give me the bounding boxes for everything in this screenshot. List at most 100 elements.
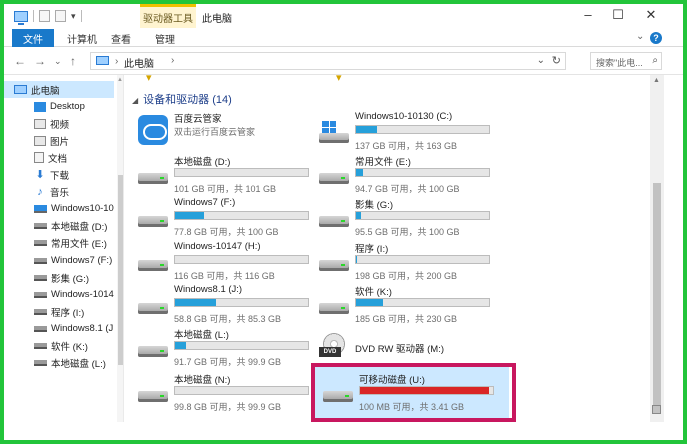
- maximize-icon[interactable]: ☐: [608, 7, 628, 23]
- content-pane: ▾ ▾ ◢ 设备和驱动器 (14) 百度云管家 双击运行百度云管家 Windows…: [124, 75, 650, 440]
- scroll-up-icon[interactable]: ▲: [653, 77, 660, 84]
- nav-item-videos[interactable]: 视频: [4, 115, 114, 132]
- nav-item-desktop[interactable]: Desktop: [4, 98, 114, 115]
- nav-item-drive-k[interactable]: 软件 (K:): [4, 337, 114, 354]
- search-input[interactable]: 搜索"此电... ⌕: [590, 52, 662, 70]
- tab-view[interactable]: 查看: [106, 30, 136, 46]
- baidu-cloud-item[interactable]: 百度云管家 双击运行百度云管家: [134, 111, 314, 155]
- nav-item-label: 本地磁盘 (D:): [51, 221, 108, 233]
- search-placeholder: 搜索"此电...: [596, 58, 643, 68]
- drive-name: 本地磁盘 (L:): [174, 330, 229, 341]
- close-icon[interactable]: ✕: [641, 7, 661, 23]
- view-toggle-icon[interactable]: [650, 400, 664, 422]
- dvd-drive-icon: DVD: [319, 333, 347, 361]
- drive-tile-h[interactable]: Windows-10147 (H:) 116 GB 可用，共 116 GB: [134, 241, 314, 285]
- nav-item-drive-e[interactable]: 常用文件 (E:): [4, 234, 114, 251]
- nav-item-label: 影集 (G:): [51, 273, 89, 285]
- nav-item-drive-j[interactable]: Windows8.1 (J:: [4, 320, 114, 337]
- drive-tile-l[interactable]: 本地磁盘 (L:) 91.7 GB 可用，共 99.9 GB: [134, 327, 314, 371]
- nav-item-drive-f[interactable]: Windows7 (F:): [4, 252, 114, 269]
- status-bar: [4, 422, 683, 440]
- tab-computer[interactable]: 计算机: [62, 30, 102, 46]
- drive-tools-context-tab[interactable]: 驱动器工具: [140, 4, 196, 28]
- drive-tile-d[interactable]: 本地磁盘 (D:) 101 GB 可用，共 101 GB: [134, 154, 314, 198]
- customize-toolbar-icon[interactable]: ▾: [71, 11, 76, 22]
- nav-item-drive-h[interactable]: Windows-1014: [4, 286, 114, 303]
- drive-usage-bar: [359, 386, 494, 395]
- windows-drive-icon: [319, 121, 349, 145]
- drive-tile-e[interactable]: 常用文件 (E:) 94.7 GB 可用，共 100 GB: [315, 154, 495, 198]
- drive-tile-c[interactable]: Windows10-10130 (C:) 137 GB 可用，共 163 GB: [315, 111, 495, 155]
- drive-icon: [34, 342, 47, 349]
- address-bar[interactable]: › 此电脑 › ⌄ ↻: [90, 52, 566, 70]
- hard-drive-icon: [138, 342, 168, 360]
- drive-tile-k[interactable]: 软件 (K:) 185 GB 可用，共 230 GB: [315, 284, 495, 328]
- nav-item-drive-c[interactable]: Windows10-10: [4, 200, 114, 217]
- pc-icon[interactable]: [14, 10, 28, 25]
- drive-name: Windows10-10130 (C:): [355, 111, 453, 122]
- tab-manage[interactable]: 管理: [150, 30, 180, 46]
- properties-icon[interactable]: [39, 10, 50, 22]
- drive-name: 常用文件 (E:): [355, 157, 411, 168]
- nav-item-drive-d[interactable]: 本地磁盘 (D:): [4, 217, 114, 234]
- hard-drive-icon: [319, 169, 349, 187]
- minimize-icon[interactable]: –: [578, 7, 598, 22]
- drive-tile-n[interactable]: 本地磁盘 (N:) 99.8 GB 可用，共 99.9 GB: [134, 372, 314, 416]
- nav-item-label: 软件 (K:): [51, 341, 88, 353]
- drive-free-space: 137 GB 可用，共 163 GB: [355, 141, 458, 151]
- hard-drive-icon: [138, 256, 168, 274]
- nav-item-this-pc[interactable]: 此电脑: [4, 81, 114, 98]
- nav-item-drive-g[interactable]: 影集 (G:): [4, 269, 114, 286]
- recent-locations-icon[interactable]: ⌄: [54, 56, 62, 67]
- nav-item-documents[interactable]: 文档: [4, 149, 114, 166]
- drive-tile-j[interactable]: Windows8.1 (J:) 58.8 GB 可用，共 85.3 GB: [134, 284, 314, 328]
- drive-tile-i[interactable]: 程序 (I:) 198 GB 可用，共 200 GB: [315, 241, 495, 285]
- nav-item-pictures[interactable]: 图片: [4, 132, 114, 149]
- drive-icon: [34, 308, 47, 315]
- drive-usage-bar: [355, 211, 490, 220]
- tab-file[interactable]: 文件: [12, 29, 54, 47]
- drive-tile-u-removable[interactable]: 可移动磁盘 (U:) 100 MB 可用，共 3.41 GB: [319, 372, 499, 416]
- group-header-devices[interactable]: ◢ 设备和驱动器 (14): [132, 91, 232, 107]
- nav-item-drive-i[interactable]: 程序 (I:): [4, 303, 114, 320]
- nav-item-label: Desktop: [50, 101, 85, 112]
- navigation-pane: 此电脑 Desktop 视频 图片 文档 ⬇ 下载 ♪ 音乐 Windows10…: [4, 75, 124, 440]
- collapse-icon[interactable]: ◢: [132, 96, 138, 105]
- new-folder-icon[interactable]: [55, 10, 66, 22]
- pc-icon: [96, 56, 109, 65]
- content-scrollbar[interactable]: ▲: [650, 75, 664, 422]
- expand-ribbon-icon[interactable]: ⌄: [636, 31, 644, 42]
- scroll-up-icon[interactable]: ▲: [117, 77, 123, 83]
- group-title: 设备和驱动器 (14): [143, 94, 232, 106]
- nav-item-downloads[interactable]: ⬇ 下载: [4, 166, 114, 183]
- breadcrumb-separator[interactable]: ›: [115, 56, 118, 67]
- content-scroll-thumb[interactable]: [653, 183, 661, 413]
- window-title: 此电脑: [202, 14, 232, 25]
- address-row: ← → ⌄ ↑ › 此电脑 › ⌄ ↻ 搜索"此电... ⌕: [4, 47, 683, 75]
- address-dropdown-icon[interactable]: ⌄: [537, 55, 545, 66]
- hard-drive-icon: [138, 169, 168, 187]
- nav-item-drive-l[interactable]: 本地磁盘 (L:): [4, 354, 114, 371]
- hard-drive-icon: [138, 299, 168, 317]
- up-icon[interactable]: ↑: [70, 54, 76, 68]
- forward-icon[interactable]: →: [34, 54, 46, 68]
- drive-icon: [34, 325, 47, 332]
- help-icon[interactable]: ?: [650, 32, 662, 44]
- breadcrumb-separator[interactable]: ›: [171, 55, 174, 66]
- drive-usage-bar: [174, 298, 309, 307]
- nav-item-label: 程序 (I:): [51, 307, 85, 319]
- back-icon[interactable]: ←: [14, 54, 26, 68]
- drive-usage-bar: [355, 255, 490, 264]
- hard-drive-icon: [319, 256, 349, 274]
- breadcrumb-this-pc[interactable]: 此电脑: [124, 55, 154, 70]
- nav-item-music[interactable]: ♪ 音乐: [4, 183, 114, 200]
- nav-scroll-thumb[interactable]: [118, 175, 123, 365]
- drive-tile-f[interactable]: Windows7 (F:) 77.8 GB 可用，共 100 GB: [134, 197, 314, 241]
- drive-usage-bar: [174, 341, 309, 350]
- toolbar-separator: [80, 10, 82, 22]
- nav-item-label: Windows8.1 (J:: [51, 323, 114, 334]
- search-icon[interactable]: ⌕: [652, 55, 658, 66]
- refresh-icon[interactable]: ↻: [552, 54, 561, 67]
- drive-tile-g[interactable]: 影集 (G:) 95.5 GB 可用，共 100 GB: [315, 197, 495, 241]
- nav-scrollbar[interactable]: ▲: [117, 75, 123, 440]
